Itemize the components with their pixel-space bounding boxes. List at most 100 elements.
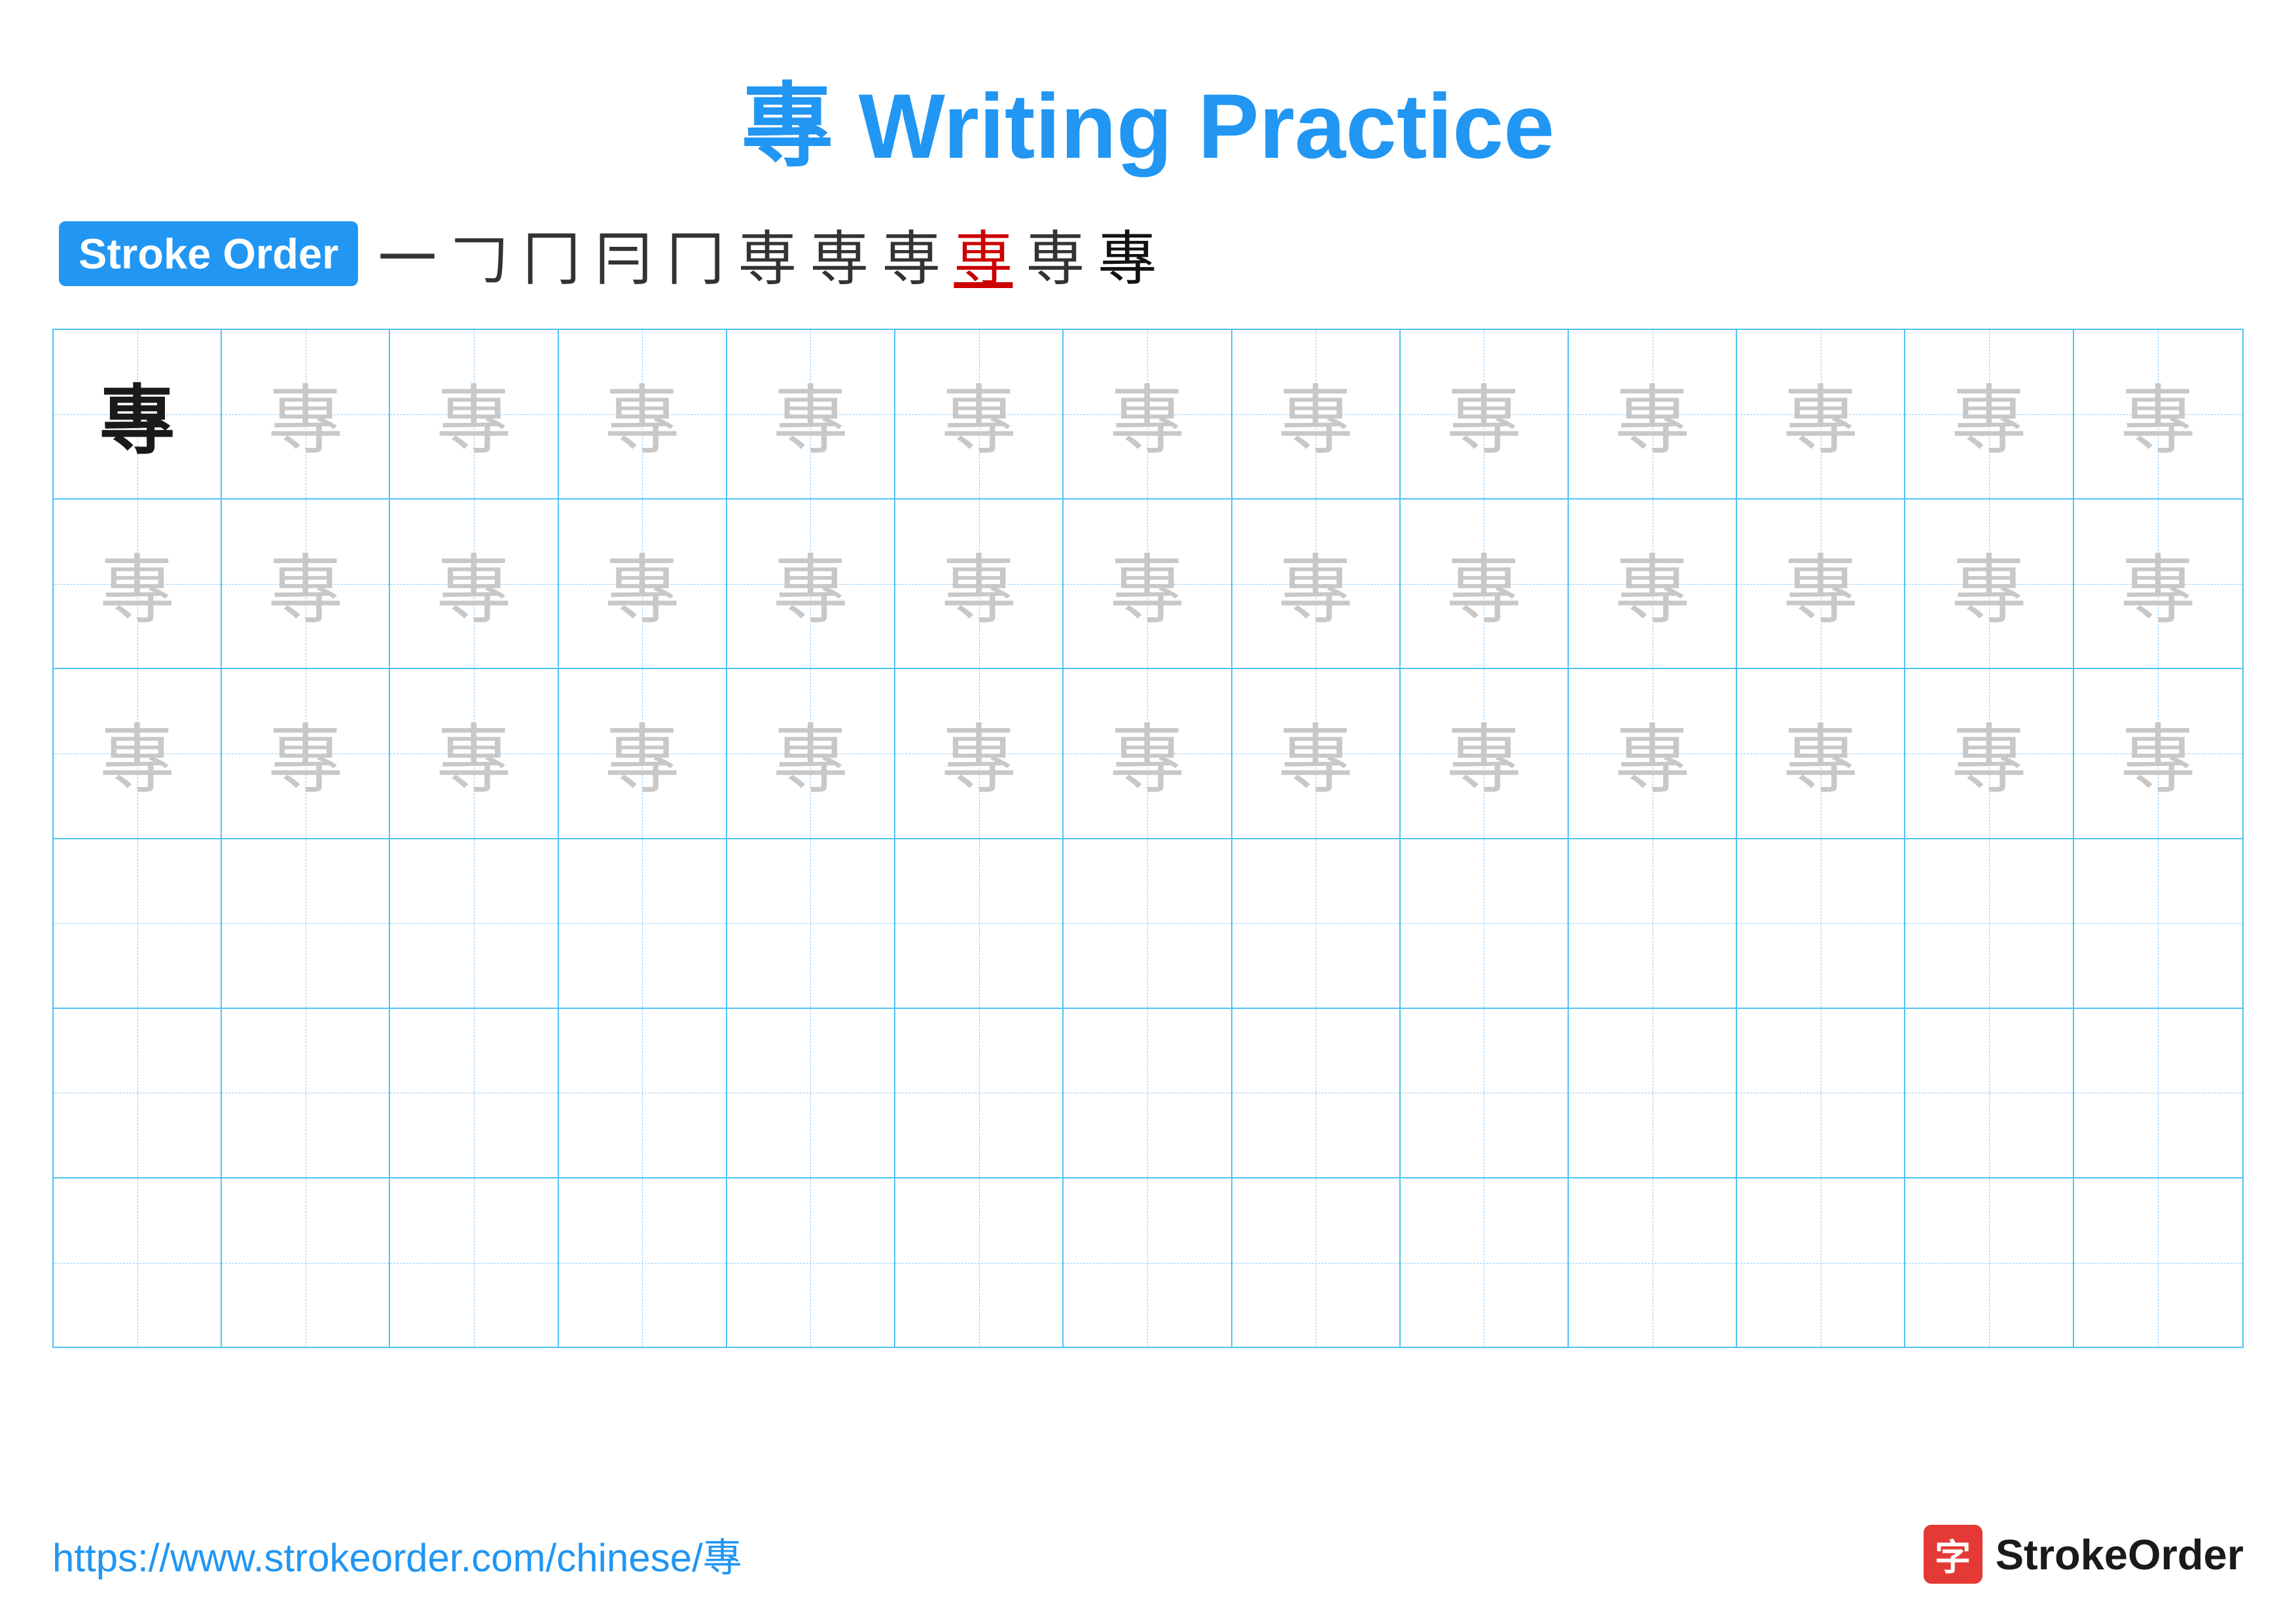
grid-cell-r2c3: 專 [390, 500, 558, 668]
grid-cell-r2c13: 專 [2074, 500, 2242, 668]
grid-cell-r2c12: 專 [1905, 500, 2073, 668]
stroke-7: 専 [810, 211, 869, 296]
char-light: 專 [2121, 360, 2196, 469]
grid-cell-r1c3: 專 [390, 330, 558, 498]
grid-cell-r6c8 [1232, 1178, 1401, 1347]
char-dark: 專 [99, 360, 175, 469]
grid-cell-r2c2: 專 [222, 500, 390, 668]
grid-cell-r3c4: 專 [559, 669, 727, 837]
grid-cell-r5c3 [390, 1009, 558, 1177]
footer: https://www.strokeorder.com/chinese/專 字 … [52, 1525, 2244, 1584]
char-light: 專 [1109, 360, 1185, 469]
grid-cell-r6c3 [390, 1178, 558, 1347]
grid-cell-r4c4 [559, 839, 727, 1008]
grid-cell-r1c6: 專 [895, 330, 1064, 498]
grid-cell-r1c10: 專 [1569, 330, 1737, 498]
grid-cell-r1c13: 專 [2074, 330, 2242, 498]
grid-cell-r1c12: 專 [1905, 330, 2073, 498]
grid-cell-r6c6 [895, 1178, 1064, 1347]
grid-cell-r5c13 [2074, 1009, 2242, 1177]
stroke-chars: 一 𠃌 冂 冃 冂 専 専 専 専 専 專 [378, 211, 1157, 296]
grid-cell-r4c1 [54, 839, 222, 1008]
stroke-2: 𠃌 [450, 211, 509, 296]
grid-cell-r1c9: 專 [1401, 330, 1569, 498]
stroke-11: 專 [1098, 211, 1157, 296]
grid-cell-r4c8 [1232, 839, 1401, 1008]
grid-cell-r3c12: 專 [1905, 669, 2073, 837]
char-light: 專 [268, 530, 343, 638]
grid-cell-r3c10: 專 [1569, 669, 1737, 837]
grid-cell-r2c1: 專 [54, 500, 222, 668]
char-light: 專 [437, 360, 512, 469]
stroke-order-badge: Stroke Order [59, 221, 358, 286]
page-title: 專 Writing Practice [742, 75, 1554, 177]
grid-cell-r4c5 [727, 839, 895, 1008]
char-light: 專 [605, 530, 680, 638]
grid-cell-r5c4 [559, 1009, 727, 1177]
char-light: 專 [2121, 530, 2196, 638]
footer-logo: 字 StrokeOrder [1924, 1525, 2244, 1584]
grid-cell-r1c7: 專 [1064, 330, 1232, 498]
char-light: 專 [605, 360, 680, 469]
grid-cell-r2c9: 專 [1401, 500, 1569, 668]
grid-cell-r5c10 [1569, 1009, 1737, 1177]
grid-cell-r1c2: 專 [222, 330, 390, 498]
grid-row-2: 專 專 專 專 專 專 專 專 專 專 專 專 專 [54, 500, 2242, 669]
grid-cell-r5c8 [1232, 1009, 1401, 1177]
char-light: 專 [1952, 530, 2027, 638]
char-light: 專 [605, 699, 680, 808]
grid-cell-r2c5: 專 [727, 500, 895, 668]
grid-cell-r6c4 [559, 1178, 727, 1347]
grid-cell-r5c2 [222, 1009, 390, 1177]
char-light: 專 [99, 530, 175, 638]
char-light: 專 [1446, 530, 1522, 638]
grid-cell-r3c3: 專 [390, 669, 558, 837]
char-light: 專 [1783, 530, 1858, 638]
stroke-6: 専 [738, 211, 797, 296]
grid-cell-r6c1 [54, 1178, 222, 1347]
grid-cell-r4c10 [1569, 839, 1737, 1008]
char-light: 專 [1615, 360, 1690, 469]
char-light: 專 [1278, 699, 1354, 808]
stroke-order-row: Stroke Order 一 𠃌 冂 冃 冂 専 専 専 専 専 專 [0, 211, 2296, 296]
grid-cell-r6c2 [222, 1178, 390, 1347]
grid-cell-r3c6: 專 [895, 669, 1064, 837]
grid-cell-r1c1: 專 [54, 330, 222, 498]
grid-cell-r3c8: 專 [1232, 669, 1401, 837]
char-light: 專 [941, 360, 1016, 469]
grid-cell-r3c9: 專 [1401, 669, 1569, 837]
title-area: 專 Writing Practice [0, 0, 2296, 185]
grid-cell-r3c13: 專 [2074, 669, 2242, 837]
grid-cell-r5c7 [1064, 1009, 1232, 1177]
grid-cell-r1c8: 專 [1232, 330, 1401, 498]
grid-cell-r2c10: 專 [1569, 500, 1737, 668]
grid-cell-r4c13 [2074, 839, 2242, 1008]
char-light: 專 [99, 699, 175, 808]
stroke-10: 専 [1026, 211, 1085, 296]
grid-row-3: 專 專 專 專 專 專 專 專 專 專 專 專 專 [54, 669, 2242, 839]
char-light: 專 [1615, 699, 1690, 808]
grid-cell-r6c12 [1905, 1178, 2073, 1347]
strokeorder-icon: 字 [1924, 1525, 1982, 1584]
footer-logo-text: StrokeOrder [1996, 1530, 2244, 1579]
grid-cell-r4c12 [1905, 839, 2073, 1008]
grid-cell-r3c5: 專 [727, 669, 895, 837]
char-light: 專 [1278, 530, 1354, 638]
grid-row-6 [54, 1178, 2242, 1347]
logo-char: 字 [1935, 1528, 1971, 1580]
grid-row-1: 專 專 專 專 專 專 專 專 專 專 專 專 專 [54, 330, 2242, 500]
grid-cell-r4c2 [222, 839, 390, 1008]
grid-cell-r5c6 [895, 1009, 1064, 1177]
char-light: 專 [268, 360, 343, 469]
grid-cell-r4c6 [895, 839, 1064, 1008]
grid-cell-r1c4: 專 [559, 330, 727, 498]
grid-cell-r5c9 [1401, 1009, 1569, 1177]
grid-cell-r1c11: 專 [1737, 330, 1905, 498]
grid-cell-r5c1 [54, 1009, 222, 1177]
char-light: 專 [773, 360, 848, 469]
stroke-4: 冃 [594, 211, 653, 296]
grid-cell-r3c1: 專 [54, 669, 222, 837]
char-light: 專 [1615, 530, 1690, 638]
grid-cell-r2c7: 專 [1064, 500, 1232, 668]
grid-row-4 [54, 839, 2242, 1009]
